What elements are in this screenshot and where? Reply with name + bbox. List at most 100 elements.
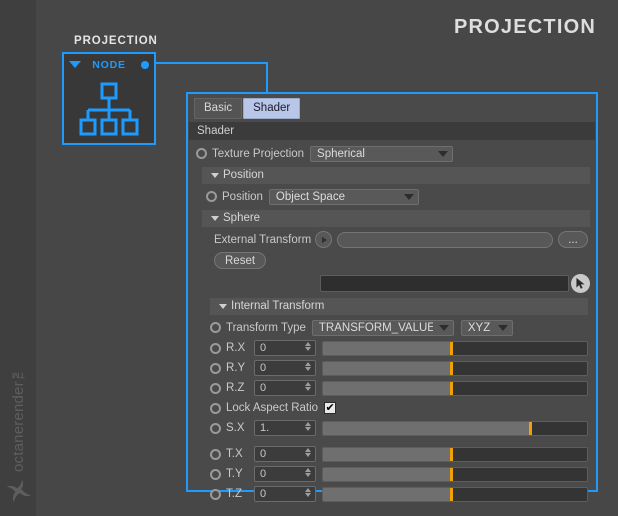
stepper-arrows-icon[interactable]	[305, 422, 311, 431]
triangle-right-icon	[322, 236, 328, 243]
rotation-y-value: 0	[260, 362, 267, 374]
section-title-shader: Shader	[189, 122, 595, 140]
external-transform-label: External Transform	[214, 233, 312, 246]
chevron-down-icon	[403, 193, 414, 200]
external-transform-browse-button[interactable]: ...	[558, 231, 588, 248]
rotation-z-label: R.Z	[226, 382, 245, 394]
watermark-label: octanerender™	[9, 364, 27, 472]
stepper-arrows-icon[interactable]	[305, 362, 311, 371]
lock-aspect-ratio-label: Lock Aspect Ratio	[226, 402, 319, 414]
transform-link-field[interactable]	[320, 274, 569, 292]
group-header-position-label: Position	[223, 169, 264, 181]
translation-z-input[interactable]: 0	[254, 486, 316, 502]
texture-projection-label: Texture Projection	[212, 147, 305, 160]
row-translation-z: T.Z 0	[188, 484, 596, 504]
octane-watermark: octanerender™	[0, 0, 36, 516]
translation-z-label: T.Z	[226, 488, 242, 500]
translation-z-value: 0	[260, 488, 267, 500]
stepper-arrows-icon[interactable]	[305, 448, 311, 457]
texture-projection-radio[interactable]	[196, 148, 207, 159]
translation-y-input[interactable]: 0	[254, 466, 316, 482]
rotation-x-radio[interactable]	[210, 342, 221, 354]
page-title: PROJECTION	[453, 16, 596, 38]
row-rotation-z: R.Z 0	[188, 378, 596, 398]
projection-node[interactable]: NODE	[62, 52, 156, 145]
rotation-z-value: 0	[260, 382, 267, 394]
translation-z-radio[interactable]	[210, 488, 221, 500]
row-link-field	[188, 271, 596, 295]
transform-type-radio[interactable]	[210, 322, 221, 333]
group-header-sphere[interactable]: Sphere	[202, 210, 590, 227]
stepper-arrows-icon[interactable]	[305, 468, 311, 477]
triangle-down-icon	[211, 172, 219, 178]
row-rotation-y: R.Y 0	[188, 358, 596, 378]
transform-type-dropdown[interactable]: TRANSFORM_VALUE	[311, 319, 454, 336]
texture-projection-dropdown[interactable]: Spherical	[310, 145, 454, 162]
stepper-arrows-icon[interactable]	[305, 488, 311, 497]
reset-button[interactable]: Reset	[214, 252, 267, 269]
node-connection-line	[156, 62, 268, 64]
rotation-z-radio[interactable]	[210, 382, 221, 394]
translation-y-radio[interactable]	[210, 468, 221, 480]
group-header-sphere-label: Sphere	[223, 212, 261, 224]
external-transform-field[interactable]	[337, 231, 553, 248]
scale-x-radio[interactable]	[210, 422, 221, 434]
stepper-arrows-icon[interactable]	[305, 342, 311, 351]
row-translation-y: T.Y 0	[188, 464, 596, 484]
row-texture-projection: Texture Projection Spherical	[188, 143, 596, 164]
chevron-down-icon	[438, 324, 449, 331]
chevron-down-icon	[438, 150, 449, 157]
scale-x-slider[interactable]	[322, 420, 588, 436]
rotation-x-input[interactable]: 0	[254, 340, 316, 356]
translation-z-slider[interactable]	[322, 486, 588, 502]
translation-x-radio[interactable]	[210, 448, 221, 460]
translation-x-label: T.X	[226, 448, 243, 460]
position-label: Position	[222, 190, 263, 203]
row-lock-aspect-ratio: Lock Aspect Ratio ✔	[188, 398, 596, 418]
panel-tabbar: Basic Shader	[188, 94, 596, 122]
row-reset: Reset	[188, 250, 596, 271]
rotation-x-value: 0	[260, 342, 267, 354]
translation-x-slider[interactable]	[322, 446, 588, 462]
chevron-down-icon	[497, 324, 508, 331]
tab-shader[interactable]: Shader	[243, 98, 301, 119]
stepper-arrows-icon[interactable]	[305, 382, 311, 391]
lock-aspect-ratio-radio[interactable]	[210, 402, 221, 414]
scale-x-value: 1.	[260, 422, 270, 434]
shader-properties-panel: Basic Shader Shader Texture Projection S…	[186, 92, 598, 502]
rotation-x-label: R.X	[226, 342, 246, 354]
translation-x-value: 0	[260, 448, 267, 460]
scale-x-input[interactable]: 1.	[254, 420, 316, 436]
rotation-z-input[interactable]: 0	[254, 380, 316, 396]
rotation-x-slider[interactable]	[322, 340, 588, 356]
position-value: Object Space	[275, 190, 345, 203]
row-rotation-x: R.X 0	[188, 338, 596, 358]
rotation-y-label: R.Y	[226, 362, 246, 374]
transform-order-dropdown[interactable]: XYZ	[460, 319, 513, 336]
cursor-arrow-icon	[576, 277, 585, 289]
pick-cursor-icon[interactable]	[571, 273, 590, 293]
node-output-port[interactable]	[141, 61, 149, 69]
transform-type-label: Transform Type	[226, 321, 306, 334]
node-connection-line-vertical	[266, 62, 268, 93]
row-external-transform: External Transform ...	[188, 229, 596, 250]
group-header-position[interactable]: Position	[202, 167, 590, 184]
lock-aspect-ratio-checkbox[interactable]: ✔	[324, 402, 337, 414]
row-position: Position Object Space	[188, 186, 596, 207]
rotation-y-input[interactable]: 0	[254, 360, 316, 376]
external-transform-expand-button[interactable]	[315, 231, 333, 248]
node-group-label: PROJECTION	[74, 35, 158, 47]
group-header-internal-transform[interactable]: Internal Transform	[210, 298, 588, 315]
rotation-y-slider[interactable]	[322, 360, 588, 376]
translation-x-input[interactable]: 0	[254, 446, 316, 462]
triangle-down-icon	[219, 303, 227, 309]
position-dropdown[interactable]: Object Space	[268, 188, 419, 205]
rotation-z-slider[interactable]	[322, 380, 588, 396]
transform-order-value: XYZ	[467, 321, 491, 334]
position-radio[interactable]	[206, 191, 217, 202]
texture-projection-value: Spherical	[317, 147, 365, 160]
rotation-y-radio[interactable]	[210, 362, 221, 374]
translation-y-slider[interactable]	[322, 466, 588, 482]
row-scale-x: S.X 1.	[188, 418, 596, 438]
tab-basic[interactable]: Basic	[194, 98, 243, 119]
